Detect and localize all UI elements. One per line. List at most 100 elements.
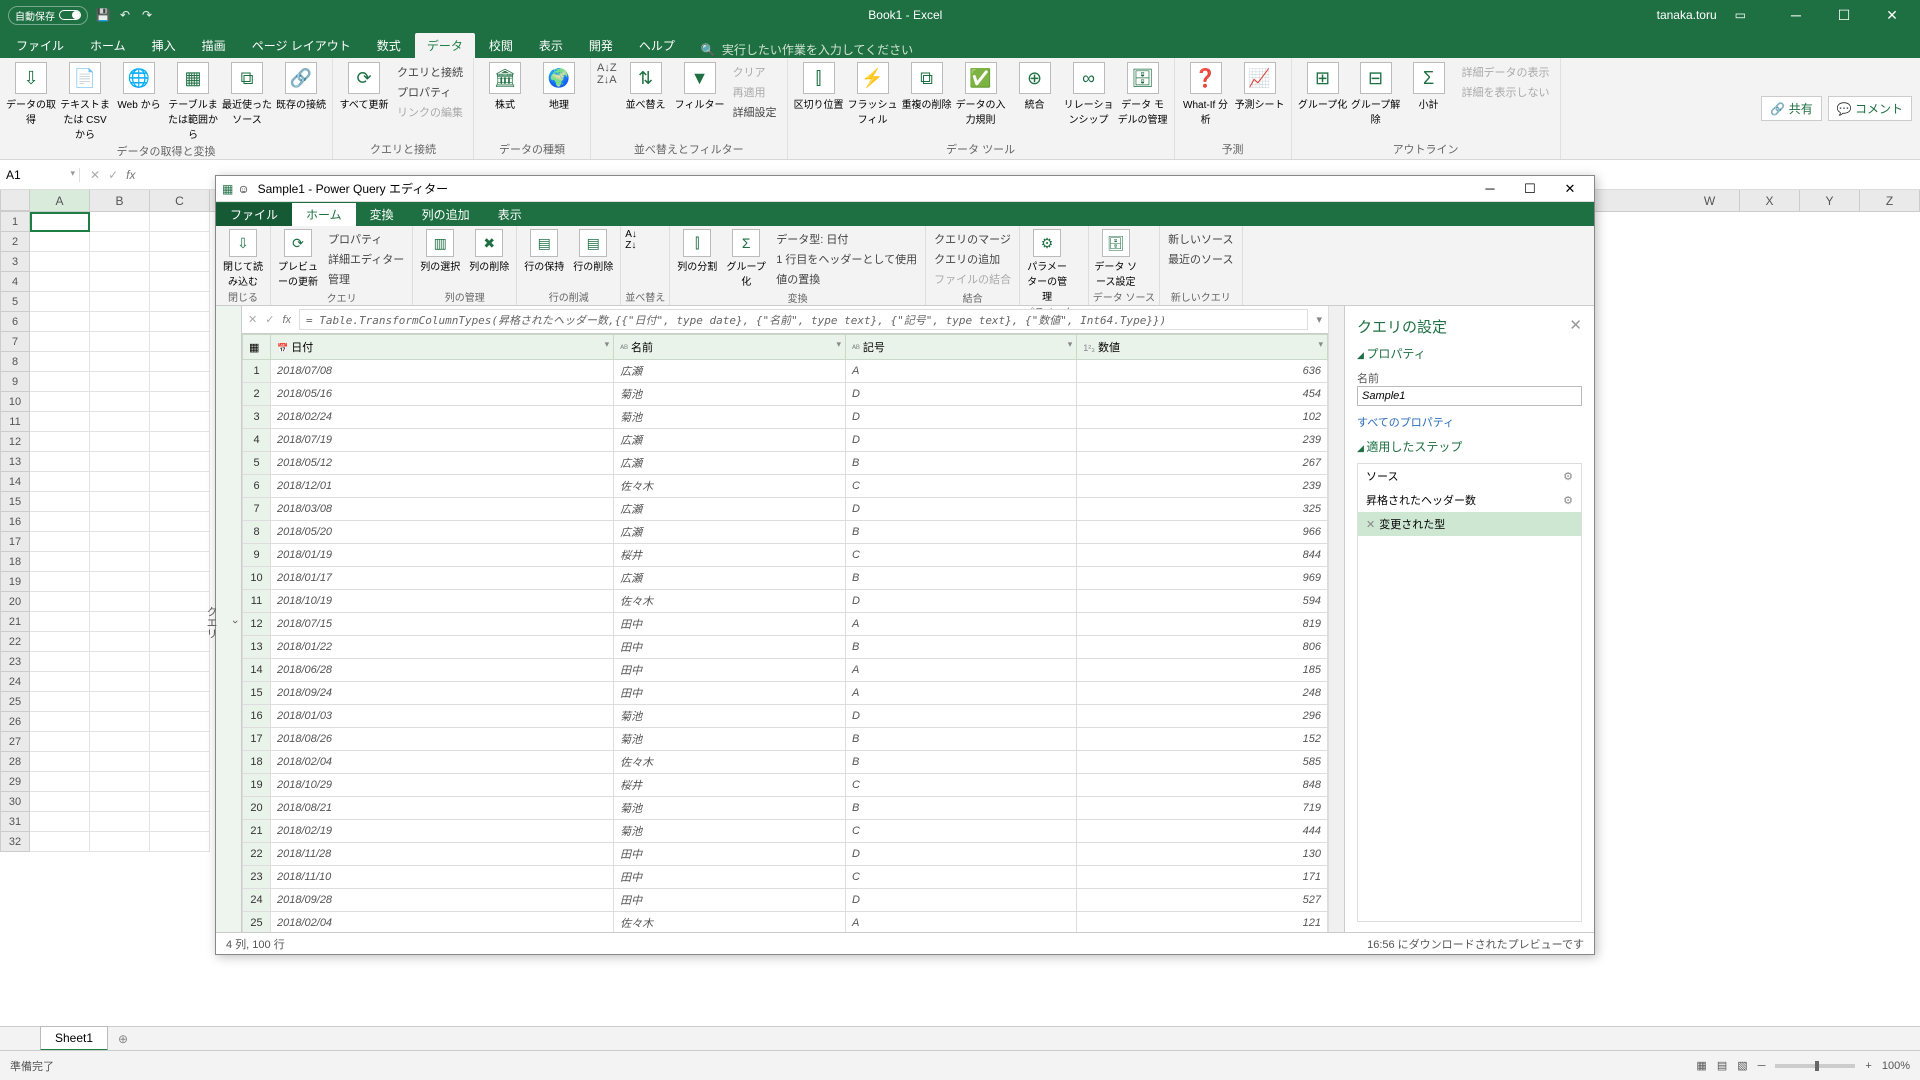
remove-rows-button[interactable]: ▤行の削除 [570,229,616,273]
cell[interactable] [90,812,150,832]
user-name[interactable]: tanaka.toru [1657,8,1717,22]
pq-cell[interactable]: 菊池 [614,820,846,843]
cell[interactable] [150,552,210,572]
pq-cell[interactable]: 2018/05/16 [271,383,614,406]
ribbon-btn-0[interactable]: ⇩データの取得 [6,62,56,126]
pq-cell[interactable]: 田中 [614,682,846,705]
cell[interactable] [90,412,150,432]
cell[interactable] [150,772,210,792]
pq-cell[interactable]: 636 [1077,360,1328,383]
cell[interactable] [150,792,210,812]
row-header[interactable]: 17 [0,532,30,552]
pq-cell[interactable]: 2018/07/19 [271,429,614,452]
cell[interactable] [30,772,90,792]
pq-col-header[interactable]: 1²₃ 数値▾ [1077,335,1328,360]
pq-cell[interactable]: 2018/01/19 [271,544,614,567]
row-header[interactable]: 6 [0,312,30,332]
cell[interactable] [30,252,90,272]
pq-queries-pane-collapsed[interactable]: ›クエリ [216,306,242,932]
pq-data-table[interactable]: ▦📅 日付▾ᴬᴮ 名前▾ᴬᴮ 記号▾1²₃ 数値▾ 12018/07/08広瀬A… [242,334,1328,932]
share-button[interactable]: 🔗 共有 [1761,96,1821,121]
row-header[interactable]: 26 [0,712,30,732]
pq-row-number[interactable]: 21 [243,820,271,843]
row-header[interactable]: 10 [0,392,30,412]
pq-cell[interactable]: D [846,429,1077,452]
cell[interactable] [30,232,90,252]
pq-col-header[interactable]: ᴬᴮ 記号▾ [846,335,1077,360]
pq-all-properties-link[interactable]: すべてのプロパティ [1357,414,1582,430]
pq-row-number[interactable]: 18 [243,751,271,774]
pq-cell[interactable]: 848 [1077,774,1328,797]
split-column-button[interactable]: ⫿列の分割 [674,229,720,273]
pq-properties-section[interactable]: プロパティ [1357,345,1582,362]
minimize-icon[interactable]: ─ [1776,1,1816,29]
close-icon[interactable]: ✕ [1872,1,1912,29]
applied-step[interactable]: ソース⚙ [1358,464,1581,488]
queries-connections-button[interactable]: クエリと接続 [393,62,467,82]
pq-cell[interactable]: B [846,452,1077,475]
row-header[interactable]: 18 [0,552,30,572]
refresh-all-button[interactable]: ⟳すべて更新 [339,62,389,111]
row-header[interactable]: 1 [0,212,30,232]
pq-cell[interactable]: 2018/03/08 [271,498,614,521]
ribbon-btn-4[interactable]: ⊕統合 [1010,62,1060,111]
row-header[interactable]: 9 [0,372,30,392]
pq-row-number[interactable]: 20 [243,797,271,820]
save-icon[interactable]: 💾 [96,8,110,22]
pq-cell[interactable]: 2018/02/04 [271,751,614,774]
cell[interactable] [150,812,210,832]
pq-cell[interactable]: 2018/08/21 [271,797,614,820]
cell[interactable] [30,412,90,432]
pq-cell[interactable]: 広瀬 [614,521,846,544]
pq-cell[interactable]: 527 [1077,889,1328,912]
col-header-w[interactable]: W [1680,190,1740,211]
pq-row-number[interactable]: 24 [243,889,271,912]
cell[interactable] [150,392,210,412]
pq-cell[interactable]: 2018/02/04 [271,912,614,933]
zoom-slider[interactable] [1775,1064,1855,1068]
pq-cell[interactable]: 桜井 [614,774,846,797]
pq-tab-列の追加[interactable]: 列の追加 [408,203,484,226]
pq-cell[interactable]: B [846,728,1077,751]
main-tab-ページ レイアウト[interactable]: ページ レイアウト [240,33,363,58]
pq-face-icon[interactable]: ☺ [237,182,249,196]
pq-cell[interactable]: 2018/07/15 [271,613,614,636]
cell[interactable] [30,632,90,652]
col-header-a[interactable]: A [30,190,90,211]
pq-cell[interactable]: 広瀬 [614,452,846,475]
pq-cell[interactable]: D [846,406,1077,429]
pq-cell[interactable]: D [846,705,1077,728]
pq-cell[interactable]: 239 [1077,475,1328,498]
close-load-button[interactable]: ⇩閉じて読み込む [220,229,266,288]
ribbon-btn-4[interactable]: ⧉最近使ったソース [222,62,272,126]
main-tab-表示[interactable]: 表示 [527,33,575,58]
pq-cell[interactable]: B [846,751,1077,774]
pq-cell[interactable]: 171 [1077,866,1328,889]
pq-cell[interactable]: 佐々木 [614,912,846,933]
properties-button[interactable]: プロパティ [393,82,467,102]
remove-columns-button[interactable]: ✖列の削除 [466,229,512,273]
pq-row-number[interactable]: 19 [243,774,271,797]
cell[interactable] [150,312,210,332]
pq-cell[interactable]: 966 [1077,521,1328,544]
sort-desc-button[interactable]: Z↓ [625,240,637,251]
pq-cell[interactable]: A [846,912,1077,933]
col-header-c[interactable]: C [150,190,210,211]
cell[interactable] [90,392,150,412]
cell[interactable] [150,332,210,352]
ribbon-mode-icon[interactable]: ▭ [1735,8,1746,22]
cell[interactable] [150,412,210,432]
ribbon-btn-2[interactable]: 🌐Web から [114,62,164,111]
pq-cell[interactable]: 2018/02/24 [271,406,614,429]
pq-row-number[interactable]: 7 [243,498,271,521]
cell[interactable] [150,212,210,232]
row-header[interactable]: 8 [0,352,30,372]
row-header[interactable]: 29 [0,772,30,792]
pq-formula-dropdown-icon[interactable]: ▾ [1316,313,1322,326]
pq-cell[interactable]: 2018/01/03 [271,705,614,728]
cell[interactable] [90,612,150,632]
pq-cell[interactable]: 102 [1077,406,1328,429]
maximize-icon[interactable]: ☐ [1824,1,1864,29]
cell[interactable] [150,712,210,732]
cell[interactable] [90,452,150,472]
